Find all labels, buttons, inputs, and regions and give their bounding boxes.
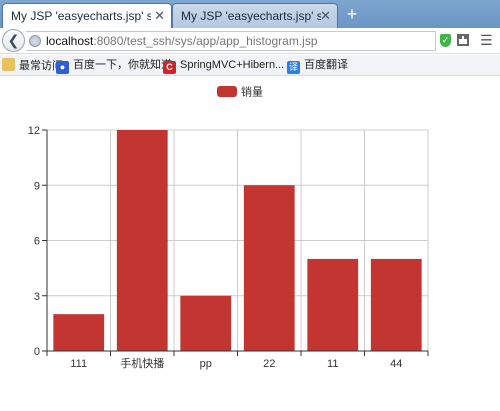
y-tick-label: 12 bbox=[28, 125, 40, 137]
bookmark-item[interactable]: 最常访问 bbox=[2, 58, 63, 74]
x-tick-label: 手机快播 bbox=[120, 356, 164, 370]
url-path: :8080/test_ssh/sys/app/app_histogram.jsp bbox=[93, 34, 318, 48]
bookmark-item[interactable]: ● 百度一下，你就知道 bbox=[56, 58, 172, 74]
close-icon[interactable]: ✕ bbox=[154, 8, 165, 24]
chart-svg: 销量 0 3 6 9 12 111 手机快播 pp 22 11 44 bbox=[28, 85, 429, 370]
bookmark-label: 百度翻译 bbox=[304, 59, 348, 71]
menu-icon[interactable]: ☰ bbox=[480, 32, 493, 49]
x-tick-label: pp bbox=[200, 358, 212, 370]
tab-active[interactable]: My JSP 'easyecharts.jsp' sta... ✕ bbox=[2, 3, 172, 28]
navigation-bar: ❮ localhost:8080/test_ssh/sys/app/app_hi… bbox=[0, 28, 500, 54]
bar bbox=[116, 130, 168, 351]
bookmark-label: 百度一下，你就知道 bbox=[73, 59, 172, 71]
qr-code-icon[interactable] bbox=[457, 34, 469, 46]
url-host: localhost bbox=[46, 34, 94, 48]
y-tick-label: 6 bbox=[34, 236, 40, 248]
bookmark-item[interactable]: C SpringMVC+Hibern... bbox=[163, 58, 284, 74]
bar bbox=[370, 258, 422, 351]
c-logo-icon: C bbox=[163, 61, 176, 74]
folder-icon bbox=[2, 58, 15, 71]
y-tick-label: 9 bbox=[34, 180, 40, 192]
bar bbox=[243, 185, 295, 351]
close-icon[interactable]: ✕ bbox=[320, 8, 331, 24]
address-bar[interactable]: localhost:8080/test_ssh/sys/app/app_hist… bbox=[26, 31, 436, 51]
x-tick-label: 44 bbox=[390, 358, 402, 370]
bookmarks-bar: 最常访问 ● 百度一下，你就知道 C SpringMVC+Hibern... 译百度… bbox=[0, 55, 500, 76]
bar bbox=[180, 295, 232, 351]
tab-title: My JSP 'easyecharts.jsp' sta... bbox=[181, 9, 321, 23]
baidu-paw-icon: ● bbox=[56, 61, 69, 74]
y-tick-label: 0 bbox=[34, 346, 40, 358]
tab-inactive[interactable]: My JSP 'easyecharts.jsp' sta... ✕ bbox=[172, 3, 338, 28]
bar bbox=[53, 314, 105, 351]
x-tick-label: 111 bbox=[70, 358, 87, 370]
back-arrow-icon: ❮ bbox=[7, 32, 20, 48]
tab-strip: My JSP 'easyecharts.jsp' sta... ✕ My JSP… bbox=[0, 0, 500, 28]
legend-label: 销量 bbox=[241, 85, 263, 99]
bar-chart: 销量 0 3 6 9 12 111 手机快播 pp 22 11 44 bbox=[0, 80, 500, 408]
new-tab-button[interactable]: + bbox=[340, 4, 364, 26]
translate-icon: 译 bbox=[287, 61, 300, 74]
shield-icon[interactable]: ✓ bbox=[440, 34, 451, 47]
x-tick-label: 22 bbox=[263, 358, 275, 370]
globe-icon bbox=[29, 35, 41, 47]
legend-swatch bbox=[217, 86, 237, 97]
x-tick-label: 11 bbox=[327, 358, 338, 370]
back-button[interactable]: ❮ bbox=[2, 29, 25, 52]
y-tick-label: 3 bbox=[34, 291, 40, 303]
tab-title: My JSP 'easyecharts.jsp' sta... bbox=[11, 9, 151, 23]
bookmark-label: SpringMVC+Hibern... bbox=[180, 59, 285, 71]
bookmark-item[interactable]: 译百度翻译 bbox=[287, 58, 348, 74]
url-text: localhost:8080/test_ssh/sys/app/app_hist… bbox=[46, 34, 318, 48]
bar bbox=[307, 258, 359, 351]
